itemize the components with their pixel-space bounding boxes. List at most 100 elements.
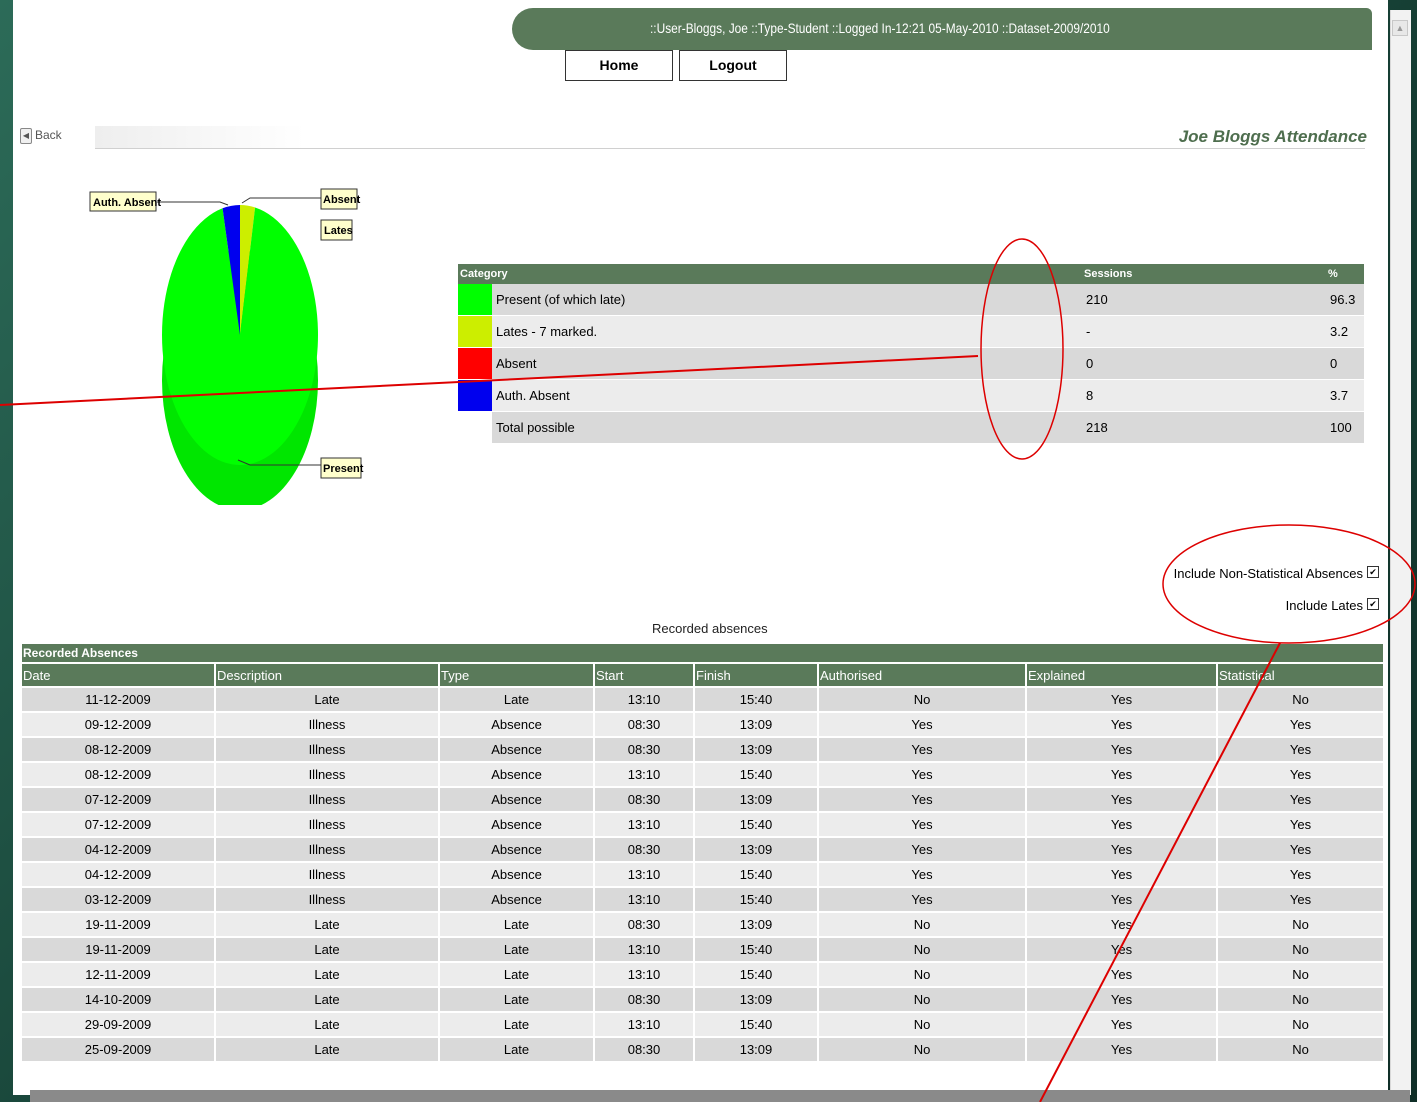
absence-row: 04-12-2009 Illness Absence 08:30 13:09 Yes Yes… — [22, 836, 1383, 862]
absence-description-cell: Late — [214, 961, 439, 987]
absence-explained-cell: Yes — [1025, 836, 1217, 862]
recorded-absences-caption: Recorded absences — [652, 621, 768, 636]
absence-row: 04-12-2009 Illness Absence 13:10 15:40 Yes Yes… — [22, 861, 1383, 887]
category-color-swatch — [458, 379, 492, 412]
absence-start-cell: 13:10 — [593, 1011, 694, 1037]
col-description[interactable]: Description — [214, 663, 439, 687]
summary-row: Absent 0 0 — [458, 347, 1364, 380]
absence-date-cell: 12-11-2009 — [22, 961, 215, 987]
back-arrow-icon: ◀ — [20, 128, 32, 144]
pie-label-present: Present — [320, 457, 364, 479]
summary-row: Lates - 7 marked. -3.2 — [458, 315, 1364, 348]
col-finish[interactable]: Finish — [693, 663, 818, 687]
col-authorised[interactable]: Authorised — [817, 663, 1026, 687]
absence-start-cell: 08:30 — [593, 836, 694, 862]
col-type[interactable]: Type — [438, 663, 594, 687]
filter-lates[interactable]: Include Lates ✔ — [1286, 598, 1379, 613]
absence-authorised-cell: Yes — [817, 886, 1026, 912]
summary-percent-cell: 100 — [1326, 411, 1364, 444]
absence-type-cell: Late — [438, 1036, 594, 1061]
absence-row: 12-11-2009 Late Late 13:10 15:40 No Yes No — [22, 961, 1383, 987]
absences-title-row: Recorded Absences — [22, 644, 1383, 664]
summary-category-cell: Auth. Absent — [492, 379, 1083, 412]
absence-date-cell: 19-11-2009 — [22, 911, 215, 937]
absence-finish-cell: 15:40 — [693, 761, 818, 787]
absence-start-cell: 13:10 — [593, 811, 694, 837]
absence-date-cell: 07-12-2009 — [22, 811, 215, 837]
category-color-swatch — [458, 315, 492, 348]
absence-start-cell: 13:10 — [593, 961, 694, 987]
absence-authorised-cell: No — [817, 1011, 1026, 1037]
absence-date-cell: 25-09-2009 — [22, 1036, 215, 1061]
non-statistical-checkbox[interactable]: ✔ — [1367, 566, 1379, 578]
bottom-bar — [30, 1090, 1410, 1102]
col-statistical[interactable]: Statistical — [1216, 663, 1383, 687]
back-link[interactable]: ◀ Back — [20, 128, 62, 144]
absence-description-cell: Illness — [214, 786, 439, 812]
absence-authorised-cell: No — [817, 686, 1026, 712]
pie-label-lates: Lates — [320, 219, 353, 241]
absence-date-cell: 29-09-2009 — [22, 1011, 215, 1037]
absence-type-cell: Absence — [438, 811, 594, 837]
non-statistical-label: Include Non-Statistical Absences — [1173, 566, 1363, 581]
category-header: Category — [458, 264, 1083, 284]
vertical-scrollbar[interactable] — [1390, 10, 1411, 1095]
back-label: Back — [35, 128, 62, 143]
title-gradient — [95, 126, 305, 148]
pie-label-absent: Absent — [320, 188, 361, 210]
absence-finish-cell: 15:40 — [693, 811, 818, 837]
absence-description-cell: Illness — [214, 761, 439, 787]
absence-start-cell: 13:10 — [593, 686, 694, 712]
scroll-up-arrow-icon[interactable]: ▲ — [1392, 20, 1408, 36]
pie-label-auth-absent: Auth. Absent — [89, 191, 161, 212]
absence-authorised-cell: Yes — [817, 736, 1026, 762]
summary-category-cell: Absent — [492, 347, 1083, 380]
absence-start-cell: 13:10 — [593, 861, 694, 887]
absence-finish-cell: 15:40 — [693, 886, 818, 912]
summary-percent-cell: 96.3 — [1326, 284, 1364, 316]
absence-description-cell: Late — [214, 1036, 439, 1061]
absence-authorised-cell: Yes — [817, 861, 1026, 887]
absence-authorised-cell: Yes — [817, 811, 1026, 837]
absence-date-cell: 11-12-2009 — [22, 686, 215, 712]
absence-date-cell: 09-12-2009 — [22, 711, 215, 737]
col-explained[interactable]: Explained — [1025, 663, 1217, 687]
lates-checkbox[interactable]: ✔ — [1367, 598, 1379, 610]
attendance-summary-table: Category Sessions % Present (of which la… — [458, 264, 1364, 444]
absence-date-cell: 19-11-2009 — [22, 936, 215, 962]
absences-table-title: Recorded Absences — [22, 644, 1383, 664]
percent-header: % — [1326, 264, 1364, 284]
title-divider — [95, 148, 1365, 149]
summary-percent-cell: 3.2 — [1326, 315, 1364, 348]
absence-start-cell: 13:10 — [593, 936, 694, 962]
home-button[interactable]: Home — [565, 50, 673, 81]
absence-row: 07-12-2009 Illness Absence 08:30 13:09 Yes Yes… — [22, 786, 1383, 812]
pie-label-auth-absent-text: Auth. Absent — [93, 197, 161, 209]
absence-finish-cell: 13:09 — [693, 711, 818, 737]
logout-button[interactable]: Logout — [679, 50, 787, 81]
absence-explained-cell: Yes — [1025, 936, 1217, 962]
absence-finish-cell: 13:09 — [693, 911, 818, 937]
absence-start-cell: 13:10 — [593, 886, 694, 912]
absence-start-cell: 08:30 — [593, 986, 694, 1012]
absence-date-cell: 08-12-2009 — [22, 761, 215, 787]
absence-explained-cell: Yes — [1025, 786, 1217, 812]
absence-statistical-cell: Yes — [1216, 886, 1383, 912]
absence-description-cell: Illness — [214, 861, 439, 887]
absence-explained-cell: Yes — [1025, 911, 1217, 937]
col-start[interactable]: Start — [593, 663, 694, 687]
absence-explained-cell: Yes — [1025, 811, 1217, 837]
col-date[interactable]: Date — [22, 663, 215, 687]
absence-authorised-cell: No — [817, 911, 1026, 937]
absence-description-cell: Illness — [214, 736, 439, 762]
absence-explained-cell: Yes — [1025, 986, 1217, 1012]
lates-label: Include Lates — [1285, 598, 1363, 613]
sessions-header: Sessions — [1082, 264, 1327, 284]
absence-type-cell: Late — [438, 911, 594, 937]
absence-explained-cell: Yes — [1025, 736, 1217, 762]
absence-type-cell: Late — [438, 1011, 594, 1037]
absence-statistical-cell: No — [1216, 936, 1383, 962]
summary-percent-cell: 0 — [1326, 347, 1364, 380]
filter-non-statistical[interactable]: Include Non-Statistical Absences ✔ — [1174, 566, 1379, 581]
absence-description-cell: Late — [214, 936, 439, 962]
